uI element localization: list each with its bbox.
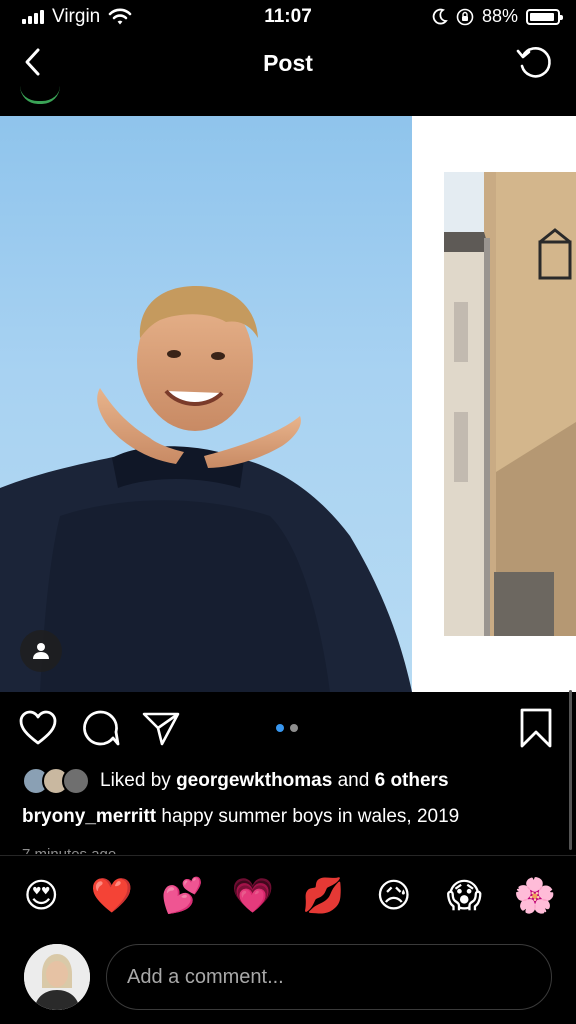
status-bar: Virgin 11:07 88% xyxy=(0,0,576,34)
post-header-strip xyxy=(0,98,576,116)
battery-icon xyxy=(526,8,563,25)
post-actions xyxy=(0,706,576,752)
reaction-heart-eyes[interactable]: 😍 xyxy=(13,872,69,920)
comment-input[interactable] xyxy=(106,944,552,1010)
page-title: Post xyxy=(263,50,313,76)
likes-others[interactable]: 6 others xyxy=(375,770,449,792)
quick-reactions: 😍 ❤️ 💕 💗 💋 😥 😱 🌸 xyxy=(0,872,576,920)
post-photo[interactable] xyxy=(0,116,412,692)
next-photo-preview[interactable] xyxy=(444,172,576,636)
reaction-growing-heart[interactable]: 💗 xyxy=(225,872,281,920)
carousel-indicator xyxy=(276,724,298,732)
rotation-lock-icon xyxy=(456,8,474,25)
comment-composer xyxy=(0,944,576,1012)
header: Post xyxy=(0,38,576,94)
avatar-illustration xyxy=(24,944,90,1010)
carousel-dot xyxy=(290,724,298,732)
liker-avatars xyxy=(22,767,90,795)
liker-username[interactable]: georgewkthomas xyxy=(176,770,332,792)
carousel-dot-active xyxy=(276,724,284,732)
comment-button[interactable] xyxy=(80,706,120,750)
person-icon xyxy=(33,643,49,659)
status-right: 88% xyxy=(432,6,563,27)
save-button[interactable] xyxy=(516,706,556,750)
caption-text: happy summer boys in wales, 2019 xyxy=(161,806,460,827)
avatar[interactable] xyxy=(24,944,90,1010)
reaction-blossom[interactable]: 🌸 xyxy=(507,872,563,920)
likes-summary[interactable]: Liked by georgewkthomas and 6 others xyxy=(22,764,449,798)
battery-percent: 88% xyxy=(481,6,518,26)
liker-avatar xyxy=(62,767,90,795)
refresh-button[interactable] xyxy=(514,42,554,82)
tag-people-button[interactable] xyxy=(20,630,62,672)
share-button[interactable] xyxy=(140,706,180,750)
like-button[interactable] xyxy=(18,706,58,750)
divider xyxy=(0,855,576,856)
reaction-kiss-mark[interactable]: 💋 xyxy=(295,872,351,920)
caption-username[interactable]: bryony_merritt xyxy=(22,806,156,827)
reaction-sad-sweat[interactable]: 😥 xyxy=(366,872,422,920)
likes-prefix: Liked by xyxy=(100,770,171,791)
caption: bryony_merritt happy summer boys in wale… xyxy=(22,806,562,828)
reaction-screaming[interactable]: 😱 xyxy=(436,872,492,920)
reaction-red-heart[interactable]: ❤️ xyxy=(84,872,140,920)
post-timestamp: 7 minutes ago xyxy=(22,842,116,854)
moon-icon xyxy=(432,8,448,24)
photo-person-illustration xyxy=(0,286,412,692)
back-button[interactable] xyxy=(16,44,52,80)
reaction-two-hearts[interactable]: 💕 xyxy=(154,872,210,920)
post-carousel[interactable] xyxy=(0,116,576,692)
likes-joiner: and xyxy=(337,770,370,791)
photo-building-illustration xyxy=(444,172,576,636)
scrollbar[interactable] xyxy=(569,690,572,850)
